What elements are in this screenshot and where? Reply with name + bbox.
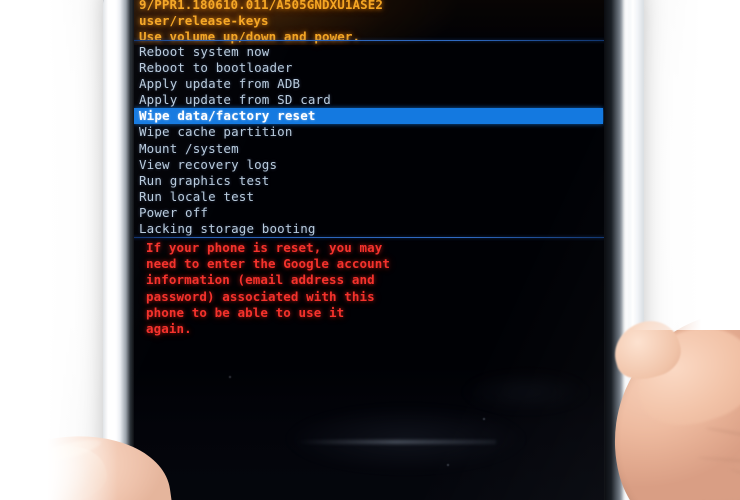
menu-item-wipe-cache-partition[interactable]: Wipe cache partition [134,124,605,140]
phone-left-bezel-highlight [110,0,119,500]
menu-divider [131,237,605,238]
menu-item-apply-update-from-sd[interactable]: Apply update from SD card [134,92,605,108]
header-line-keys: user/release-keys [139,12,269,28]
menu-item-power-off[interactable]: Power off [134,205,605,221]
warning-line-1: If your phone is reset, you may [146,240,383,255]
recovery-header: Android Recovery samsung/a50xtc/a50 9/PP… [134,0,605,46]
left-highlight-blowout [0,432,90,500]
google-account-warning: If your phone is reset, you may need to … [134,240,605,337]
menu-item-lacking-storage-booting[interactable]: Lacking storage booting [134,221,605,237]
warning-line-3: information (email address and [146,272,375,288]
menu-item-mount-system[interactable]: Mount /system [134,141,605,157]
android-recovery-screen: Android Recovery samsung/a50xtc/a50 9/PP… [131,0,605,500]
menu-item-run-graphics-test[interactable]: Run graphics test [134,173,605,189]
menu-item-run-locale-test[interactable]: Run locale test [134,189,605,205]
screen-speck-2 [447,464,449,466]
menu-item-view-recovery-logs[interactable]: View recovery logs [134,157,605,173]
recovery-menu: Reboot system now Reboot to bootloader A… [134,44,605,237]
screen-reflection-streak [296,440,496,444]
warning-line-6: again. [146,321,192,337]
menu-item-reboot-to-bootloader[interactable]: Reboot to bootloader [134,60,605,76]
header-divider [131,40,605,41]
screen-speck-1 [229,376,231,378]
header-line-build: 9/PPR1.180610.011/A505GNDXU1ASE2 [139,0,384,12]
warning-line-4: password) associated with this [146,288,375,304]
menu-item-apply-update-from-adb[interactable]: Apply update from ADB [134,76,605,92]
menu-item-reboot-system-now[interactable]: Reboot system now [134,44,605,60]
screen-speck-3 [483,418,485,420]
recovery-ui: Android Recovery samsung/a50xtc/a50 9/PP… [131,0,605,394]
warning-line-5: phone to be able to use it [146,304,345,320]
screen-reflection-blob [281,404,531,474]
screenshot-stage: Android Recovery samsung/a50xtc/a50 9/PP… [0,0,740,500]
warning-line-2: need to enter the Google account [146,256,391,272]
menu-item-wipe-data-factory-reset[interactable]: Wipe data/factory reset [134,108,603,125]
